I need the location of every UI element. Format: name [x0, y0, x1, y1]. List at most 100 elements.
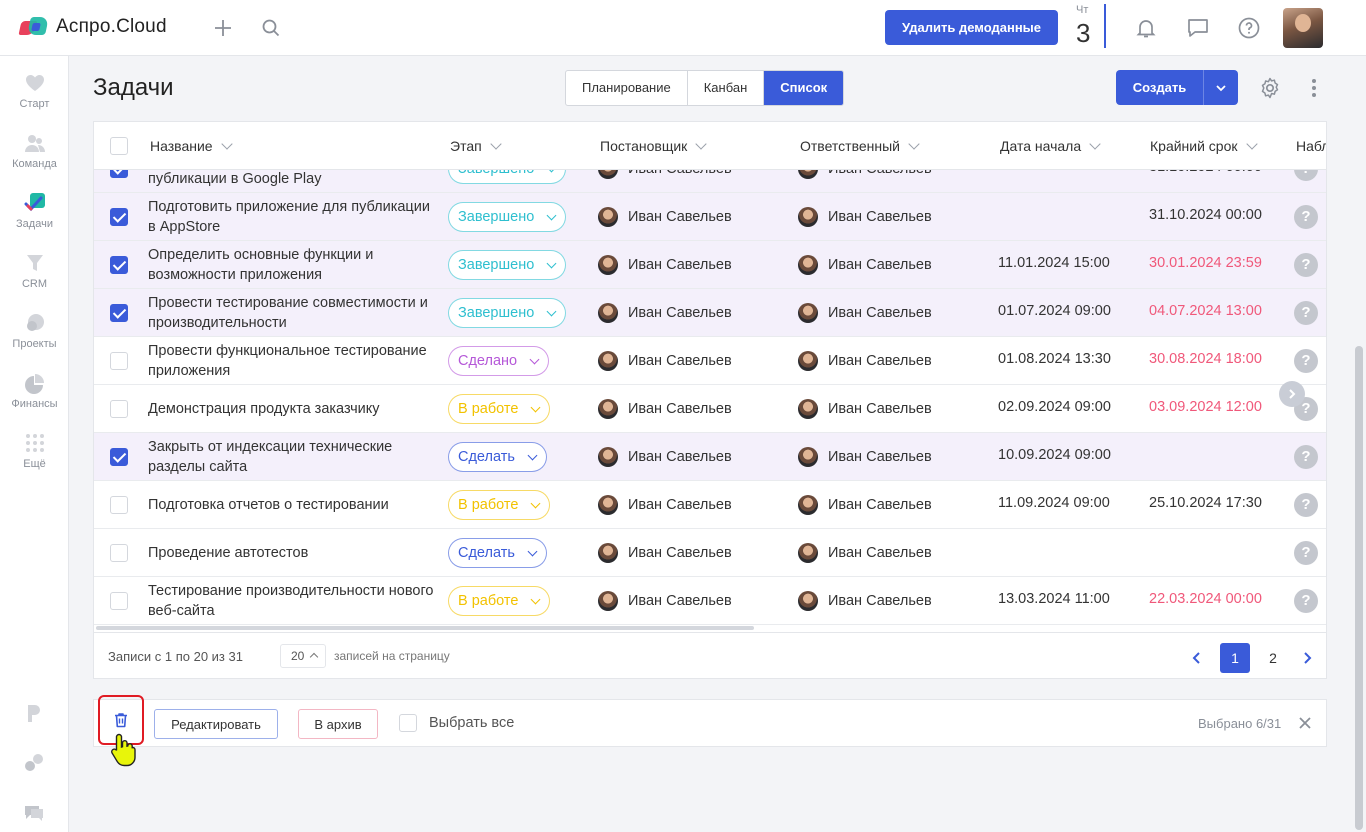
row-checkbox[interactable]	[110, 400, 128, 418]
column-header-author[interactable]: Постановщик	[600, 138, 707, 154]
scrollbar-thumb[interactable]	[1355, 346, 1363, 830]
help-icon[interactable]	[1237, 16, 1261, 40]
table-row[interactable]: Провести тестирование совместимости и пр…	[94, 289, 1326, 337]
task-name-link[interactable]: Определить основные функции и возможност…	[148, 241, 438, 289]
row-checkbox[interactable]	[110, 592, 128, 610]
assignee-cell[interactable]: Иван Савельев	[798, 207, 932, 227]
sidebar-item-tasks[interactable]: Задачи	[0, 192, 69, 230]
column-header-observers[interactable]: Набл	[1296, 138, 1326, 154]
edit-selected-button[interactable]: Редактировать	[154, 709, 278, 739]
delete-demo-data-button[interactable]: Удалить демоданные	[885, 10, 1058, 45]
assignee-cell[interactable]: Иван Савельев	[798, 255, 932, 275]
horizontal-scrollbar[interactable]	[96, 626, 754, 630]
task-name-link[interactable]: Подготовка отчетов о тестировании	[148, 481, 438, 529]
stage-select[interactable]: В работе	[448, 586, 551, 616]
observer-unknown-icon[interactable]: ?	[1294, 541, 1318, 565]
assignee-cell[interactable]: Иван Савельев	[798, 495, 932, 515]
close-icon[interactable]	[1298, 716, 1312, 730]
assignee-cell[interactable]: Иван Савельев	[798, 399, 932, 419]
sidebar-item-crm[interactable]: CRM	[0, 252, 69, 290]
column-header-start-date[interactable]: Дата начала	[1000, 138, 1101, 154]
observer-unknown-icon[interactable]: ?	[1294, 349, 1318, 373]
page-button-1[interactable]: 1	[1220, 643, 1250, 673]
task-name-link[interactable]: Проведение автотестов	[148, 529, 438, 577]
per-page-select[interactable]: 20	[280, 644, 326, 668]
table-row[interactable]: Подготовить приложение для публикации в …	[94, 193, 1326, 241]
row-checkbox[interactable]	[110, 256, 128, 274]
assignee-cell[interactable]: Иван Савельев	[798, 447, 932, 467]
table-row[interactable]: Демонстрация продукта заказчику В работе И…	[94, 385, 1326, 433]
task-name-link[interactable]: Закрыть от индексации технические раздел…	[148, 433, 438, 481]
sidebar-item-finance[interactable]: Финансы	[0, 372, 69, 410]
next-page-button[interactable]	[1292, 643, 1322, 673]
table-row[interactable]: Провести функциональное тестирование при…	[94, 337, 1326, 385]
row-checkbox[interactable]	[110, 352, 128, 370]
task-name-link[interactable]: Демонстрация продукта заказчику	[148, 385, 438, 433]
sidebar-item-start[interactable]: Старт	[0, 72, 69, 110]
create-dropdown-button[interactable]	[1203, 70, 1238, 105]
tab-list[interactable]: Список	[764, 71, 844, 105]
tab-kanban[interactable]: Канбан	[688, 71, 765, 105]
plus-icon[interactable]	[211, 16, 235, 40]
page-button-2[interactable]: 2	[1258, 643, 1288, 673]
integrations-icon[interactable]	[23, 752, 45, 774]
stage-select[interactable]: Сделать	[448, 538, 547, 568]
row-checkbox[interactable]	[110, 304, 128, 322]
sidebar-item-projects[interactable]: Проекты	[0, 312, 69, 350]
task-name-link[interactable]: Тестирование производительности нового в…	[148, 577, 438, 625]
stage-select[interactable]: В работе	[448, 490, 551, 520]
table-row[interactable]: Тестирование производительности нового в…	[94, 577, 1326, 625]
support-chat-icon[interactable]	[23, 802, 45, 824]
column-header-deadline[interactable]: Крайний срок	[1150, 138, 1258, 154]
search-icon[interactable]	[259, 16, 283, 40]
column-header-assignee[interactable]: Ответственный	[800, 138, 920, 154]
column-header-name[interactable]: Название	[150, 138, 233, 154]
select-all-checkbox[interactable]	[399, 714, 417, 732]
column-header-stage[interactable]: Этап	[450, 138, 502, 154]
author-cell[interactable]: Иван Савельев	[598, 255, 732, 275]
author-cell[interactable]: Иван Савельев	[598, 591, 732, 611]
assignee-cell[interactable]: Иван Савельев	[798, 351, 932, 371]
author-cell[interactable]: Иван Савельев	[598, 303, 732, 323]
stage-select[interactable]: Сделано	[448, 346, 550, 376]
date-widget[interactable]: Чт 3	[1074, 4, 1106, 48]
author-cell[interactable]: Иван Савельев	[598, 543, 732, 563]
observer-unknown-icon[interactable]: ?	[1294, 493, 1318, 517]
assignee-cell[interactable]: Иван Савельев	[798, 303, 932, 323]
prev-page-button[interactable]	[1182, 643, 1212, 673]
table-row[interactable]: Проведение автотестов Сделать Иван Савелье…	[94, 529, 1326, 577]
stage-select[interactable]: Сделать	[448, 442, 547, 472]
observer-unknown-icon[interactable]: ?	[1294, 253, 1318, 277]
header-select-checkbox[interactable]	[110, 137, 128, 155]
task-name-link[interactable]: Провести функциональное тестирование при…	[148, 337, 438, 385]
archive-selected-button[interactable]: В архив	[298, 709, 378, 739]
author-cell[interactable]: Иван Савельев	[598, 447, 732, 467]
sidebar-item-team[interactable]: Команда	[0, 132, 69, 170]
select-all-label[interactable]: Выбрать все	[429, 715, 514, 731]
stage-select[interactable]: В работе	[448, 394, 551, 424]
table-row[interactable]: Определить основные функции и возможност…	[94, 241, 1326, 289]
row-checkbox[interactable]	[110, 496, 128, 514]
observer-unknown-icon[interactable]: ?	[1294, 301, 1318, 325]
app-logo[interactable]: Аспро.Cloud	[18, 16, 167, 38]
author-cell[interactable]: Иван Савельев	[598, 207, 732, 227]
author-cell[interactable]: Иван Савельев	[598, 399, 732, 419]
vertical-scrollbar[interactable]	[1352, 56, 1366, 832]
observer-unknown-icon[interactable]: ?	[1294, 445, 1318, 469]
stage-select[interactable]: Завершено	[448, 202, 567, 232]
observer-unknown-icon[interactable]: ?	[1294, 589, 1318, 613]
stage-select[interactable]: Завершено	[448, 298, 567, 328]
sidebar-item-more[interactable]: Ещё	[0, 432, 69, 470]
task-name-link[interactable]: Провести тестирование совместимости и пр…	[148, 289, 438, 337]
row-checkbox[interactable]	[110, 544, 128, 562]
table-row[interactable]: Подготовка отчетов о тестировании В работ…	[94, 481, 1326, 529]
user-avatar[interactable]	[1283, 8, 1323, 48]
assignee-cell[interactable]: Иван Савельев	[798, 543, 932, 563]
row-checkbox[interactable]	[110, 208, 128, 226]
observer-unknown-icon[interactable]: ?	[1294, 205, 1318, 229]
table-row[interactable]: Закрыть от индексации технические раздел…	[94, 433, 1326, 481]
task-name-link[interactable]: Подготовить приложение для публикации в …	[148, 193, 438, 241]
bell-icon[interactable]	[1134, 16, 1158, 40]
chat-icon[interactable]	[1186, 16, 1210, 40]
assignee-cell[interactable]: Иван Савельев	[798, 591, 932, 611]
